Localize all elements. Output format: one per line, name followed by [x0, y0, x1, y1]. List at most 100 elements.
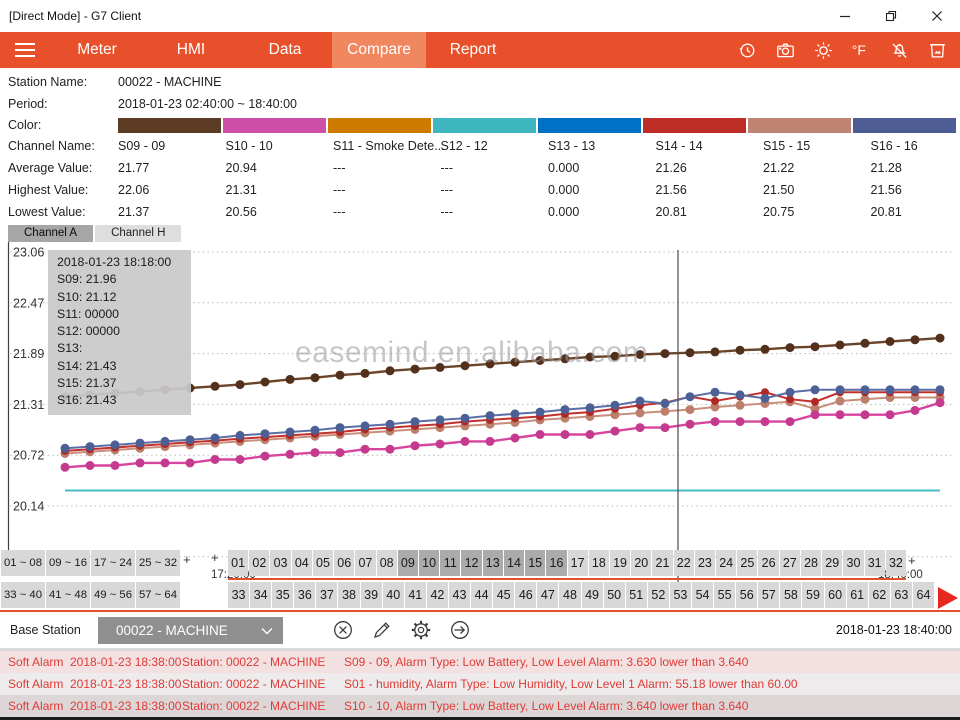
range-button-01~08[interactable]: 01 ~ 08 [1, 550, 45, 576]
page-button-34[interactable]: 34 [250, 582, 271, 608]
page-button-13[interactable]: 13 [483, 550, 503, 576]
page-button-12[interactable]: 12 [461, 550, 481, 576]
edit-icon[interactable] [370, 619, 393, 642]
page-button-39[interactable]: 39 [361, 582, 382, 608]
page-button-58[interactable]: 58 [780, 582, 801, 608]
go-icon[interactable] [448, 619, 471, 642]
zoom-in-left-button[interactable]: + [183, 552, 191, 567]
menu-item-data[interactable]: Data [238, 32, 332, 68]
page-button-64[interactable]: 64 [913, 582, 934, 608]
range-button-17~24[interactable]: 17 ~ 24 [91, 550, 135, 576]
page-button-09[interactable]: 09 [398, 550, 418, 576]
hamburger-icon[interactable] [0, 43, 50, 57]
page-button-02[interactable]: 02 [249, 550, 269, 576]
settings-icon[interactable] [409, 619, 432, 642]
page-button-32[interactable]: 32 [886, 550, 906, 576]
base-station-select[interactable]: 00022 - MACHINE [98, 617, 283, 644]
snapshot-bin-icon[interactable] [926, 39, 948, 61]
page-button-30[interactable]: 30 [843, 550, 863, 576]
page-button-53[interactable]: 53 [670, 582, 691, 608]
page-button-33[interactable]: 33 [228, 582, 249, 608]
page-button-03[interactable]: 03 [270, 550, 290, 576]
range-button-41~48[interactable]: 41 ~ 48 [46, 582, 90, 608]
page-button-46[interactable]: 46 [515, 582, 536, 608]
page-button-43[interactable]: 43 [449, 582, 470, 608]
clear-icon[interactable] [331, 619, 354, 642]
page-button-29[interactable]: 29 [822, 550, 842, 576]
page-button-52[interactable]: 52 [648, 582, 669, 608]
page-button-28[interactable]: 28 [801, 550, 821, 576]
page-button-07[interactable]: 07 [355, 550, 375, 576]
page-button-31[interactable]: 31 [865, 550, 885, 576]
camera-icon[interactable] [774, 39, 796, 61]
page-button-62[interactable]: 62 [869, 582, 890, 608]
fahrenheit-icon[interactable]: °F [850, 39, 872, 61]
page-button-18[interactable]: 18 [589, 550, 609, 576]
page-button-01[interactable]: 01 [228, 550, 248, 576]
page-button-44[interactable]: 44 [471, 582, 492, 608]
menu-item-compare[interactable]: Compare [332, 32, 426, 68]
page-button-55[interactable]: 55 [714, 582, 735, 608]
page-button-50[interactable]: 50 [604, 582, 625, 608]
alarm-row[interactable]: Soft Alarm2018-01-23 18:38:00Station: 00… [0, 673, 960, 695]
history-icon[interactable] [736, 39, 758, 61]
page-button-51[interactable]: 51 [626, 582, 647, 608]
page-button-15[interactable]: 15 [525, 550, 545, 576]
page-button-05[interactable]: 05 [313, 550, 333, 576]
zoom-out-left-button[interactable]: + [211, 550, 219, 565]
page-button-10[interactable]: 10 [419, 550, 439, 576]
alarm-row[interactable]: Soft Alarm2018-01-23 18:38:00Station: 00… [0, 651, 960, 673]
tab-channel-a[interactable]: Channel A [8, 225, 93, 242]
range-button-09~16[interactable]: 09 ~ 16 [46, 550, 90, 576]
page-button-20[interactable]: 20 [631, 550, 651, 576]
restore-button[interactable] [868, 1, 914, 31]
page-button-26[interactable]: 26 [758, 550, 778, 576]
page-button-42[interactable]: 42 [427, 582, 448, 608]
page-button-45[interactable]: 45 [493, 582, 514, 608]
page-button-11[interactable]: 11 [440, 550, 460, 576]
tab-channel-h[interactable]: Channel H [95, 225, 181, 242]
page-button-35[interactable]: 35 [272, 582, 293, 608]
page-button-49[interactable]: 49 [582, 582, 603, 608]
page-button-25[interactable]: 25 [737, 550, 757, 576]
menu-item-hmi[interactable]: HMI [144, 32, 238, 68]
page-button-37[interactable]: 37 [316, 582, 337, 608]
page-button-61[interactable]: 61 [847, 582, 868, 608]
brightness-icon[interactable] [812, 39, 834, 61]
page-button-22[interactable]: 22 [674, 550, 694, 576]
page-button-16[interactable]: 16 [546, 550, 566, 576]
page-button-04[interactable]: 04 [292, 550, 312, 576]
minimize-button[interactable] [822, 1, 868, 31]
mute-alarm-icon[interactable] [888, 39, 910, 61]
range-button-25~32[interactable]: 25 ~ 32 [136, 550, 180, 576]
page-button-21[interactable]: 21 [652, 550, 672, 576]
page-button-47[interactable]: 47 [537, 582, 558, 608]
range-button-49~56[interactable]: 49 ~ 56 [91, 582, 135, 608]
page-button-60[interactable]: 60 [825, 582, 846, 608]
page-button-36[interactable]: 36 [294, 582, 315, 608]
page-button-19[interactable]: 19 [610, 550, 630, 576]
page-button-48[interactable]: 48 [559, 582, 580, 608]
menu-item-meter[interactable]: Meter [50, 32, 144, 68]
page-button-27[interactable]: 27 [780, 550, 800, 576]
chart-area[interactable]: 23.0622.4721.8921.3120.7220.1419.56 ease… [0, 242, 960, 612]
page-button-14[interactable]: 14 [504, 550, 524, 576]
page-button-23[interactable]: 23 [695, 550, 715, 576]
range-button-57~64[interactable]: 57 ~ 64 [136, 582, 180, 608]
page-button-41[interactable]: 41 [405, 582, 426, 608]
page-button-54[interactable]: 54 [692, 582, 713, 608]
page-button-38[interactable]: 38 [338, 582, 359, 608]
page-button-63[interactable]: 63 [891, 582, 912, 608]
page-button-08[interactable]: 08 [377, 550, 397, 576]
alarm-row[interactable]: Soft Alarm2018-01-23 18:38:00Station: 00… [0, 695, 960, 717]
page-button-59[interactable]: 59 [802, 582, 823, 608]
zoom-right-button[interactable]: + [908, 553, 916, 568]
range-button-33~40[interactable]: 33 ~ 40 [1, 582, 45, 608]
page-button-57[interactable]: 57 [758, 582, 779, 608]
page-button-24[interactable]: 24 [716, 550, 736, 576]
page-button-17[interactable]: 17 [568, 550, 588, 576]
close-button[interactable] [914, 1, 960, 31]
page-button-06[interactable]: 06 [334, 550, 354, 576]
next-page-arrow[interactable] [938, 587, 958, 609]
page-button-40[interactable]: 40 [383, 582, 404, 608]
